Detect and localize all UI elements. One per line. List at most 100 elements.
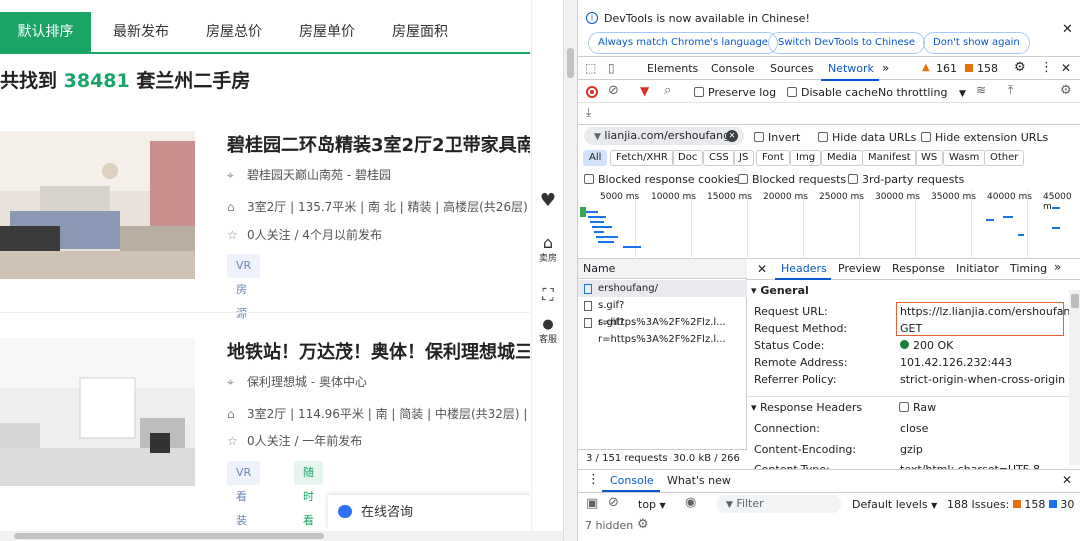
tab-preview[interactable]: Preview bbox=[838, 262, 881, 275]
network-timeline[interactable]: 5000 ms 10000 ms 15000 ms 20000 ms 25000… bbox=[578, 189, 1080, 259]
eye-icon[interactable]: ◉ bbox=[685, 495, 696, 510]
download-icon[interactable]: ⤓ bbox=[586, 105, 591, 120]
blocked-cookies-checkbox[interactable]: Blocked response cookies bbox=[584, 173, 740, 186]
listing-card[interactable]: 地铁站！万达茂！奥体！保利理想城三 ⌖ 保利理想城 - 奥体中心 ⌂ 3室2厅 | … bbox=[0, 338, 530, 541]
console-filter-input[interactable]: ▼ Filter bbox=[716, 495, 841, 513]
context-select[interactable]: top ▼ bbox=[638, 498, 666, 511]
record-icon[interactable] bbox=[586, 86, 598, 98]
hide-data-urls-checkbox[interactable]: Hide data URLs bbox=[818, 131, 916, 144]
filter-manifest[interactable]: Manifest bbox=[862, 150, 917, 166]
switch-chinese-button[interactable]: Switch DevTools to Chinese bbox=[768, 32, 925, 54]
log-levels-select[interactable]: Default levels ▼ bbox=[852, 498, 937, 511]
raw-checkbox[interactable]: Raw bbox=[899, 401, 936, 414]
sort-unit-price[interactable]: 房屋单价 bbox=[299, 12, 355, 52]
clear-console-icon[interactable]: ⊘ bbox=[608, 495, 619, 510]
horizontal-scrollbar[interactable] bbox=[0, 531, 563, 541]
listing-photo[interactable] bbox=[0, 338, 195, 486]
more-tabs-icon[interactable]: » bbox=[882, 61, 889, 75]
favorite-icon[interactable]: ♥ bbox=[532, 190, 564, 211]
filter-img[interactable]: Img bbox=[790, 150, 822, 166]
filter-other[interactable]: Other bbox=[984, 150, 1025, 166]
kebab-menu-icon[interactable]: ⋮ bbox=[1040, 60, 1053, 75]
clear-filter-icon[interactable]: ✕ bbox=[726, 130, 738, 142]
general-section[interactable]: ▾ General bbox=[751, 284, 809, 297]
issues-button[interactable]: 188 Issues: 158 30 bbox=[947, 498, 1074, 511]
name-column-header[interactable]: Name bbox=[578, 259, 747, 279]
tab-response[interactable]: Response bbox=[892, 262, 945, 275]
filter-css[interactable]: CSS bbox=[703, 150, 735, 166]
detail-scrollbar[interactable] bbox=[1069, 290, 1080, 465]
filter-js[interactable]: JS bbox=[733, 150, 755, 166]
drawer-tab-console[interactable]: Console bbox=[610, 474, 654, 487]
console-settings-icon[interactable]: ⚙ bbox=[637, 517, 649, 532]
request-row[interactable]: s.gif?r=https%3A%2F%2Flz.l... bbox=[578, 297, 747, 328]
upload-icon[interactable]: ⤒ bbox=[1008, 83, 1013, 98]
dont-show-button[interactable]: Don't show again bbox=[923, 32, 1030, 54]
filter-font[interactable]: Font bbox=[756, 150, 790, 166]
drawer-menu-icon[interactable]: ⋮ bbox=[587, 472, 600, 487]
third-party-checkbox[interactable]: 3rd-party requests bbox=[848, 173, 964, 186]
scroll-thumb[interactable] bbox=[14, 533, 324, 539]
throttling-select[interactable]: No throttling ▼ bbox=[878, 86, 966, 99]
search-icon[interactable]: ⌕ bbox=[664, 83, 671, 98]
tab-sources[interactable]: Sources bbox=[770, 62, 814, 75]
online-consult-button[interactable]: 在线咨询 bbox=[328, 495, 530, 531]
disable-cache-checkbox[interactable]: Disable cache bbox=[787, 86, 878, 99]
error-count[interactable]: 158 bbox=[977, 62, 998, 75]
sort-newest[interactable]: 最新发布 bbox=[113, 12, 169, 52]
listing-card[interactable]: 碧桂园二环岛精装3室2厅2卫带家具南 ⌖ 碧桂园天巅山南苑 - 碧桂园 ⌂ 3室2厅… bbox=[0, 131, 530, 320]
scan-icon[interactable]: ⛶ bbox=[532, 285, 564, 305]
request-row[interactable]: s.gif?r=https%3A%2F%2Flz.l... bbox=[578, 314, 747, 345]
listing-photo[interactable] bbox=[0, 131, 195, 279]
filter-all[interactable]: All bbox=[583, 150, 608, 166]
tab-console[interactable]: Console bbox=[711, 62, 755, 75]
settings-icon[interactable]: ⚙ bbox=[1014, 60, 1026, 75]
tab-network[interactable]: Network bbox=[828, 62, 874, 75]
devtools-panel: i DevTools is now available in Chinese! … bbox=[577, 0, 1080, 541]
drawer-tab-whats-new[interactable]: What's new bbox=[667, 474, 731, 487]
divider bbox=[747, 396, 1080, 397]
close-devtools-icon[interactable]: ✕ bbox=[1061, 61, 1071, 75]
scroll-thumb[interactable] bbox=[1071, 294, 1079, 308]
more-detail-tabs-icon[interactable]: » bbox=[1054, 260, 1061, 274]
request-row[interactable]: ershoufang/ bbox=[578, 280, 747, 297]
tab-headers[interactable]: Headers bbox=[781, 262, 827, 275]
filter-wasm[interactable]: Wasm bbox=[943, 150, 986, 166]
device-toolbar-icon[interactable]: ▯ bbox=[608, 61, 615, 75]
filter-media[interactable]: Media bbox=[821, 150, 864, 166]
filter-fetch-xhr[interactable]: Fetch/XHR bbox=[610, 150, 674, 166]
listing-title[interactable]: 地铁站！万达茂！奥体！保利理想城三 bbox=[227, 338, 530, 364]
sell-house-button[interactable]: ⌂ 卖房 bbox=[532, 235, 564, 265]
inspect-icon[interactable]: ⬚ bbox=[585, 61, 596, 75]
match-language-button[interactable]: Always match Chrome's language bbox=[588, 32, 778, 54]
invert-checkbox[interactable]: Invert bbox=[754, 131, 800, 144]
blocked-requests-checkbox[interactable]: Blocked requests bbox=[738, 173, 846, 186]
vertical-scrollbar[interactable] bbox=[563, 0, 577, 541]
warning-count[interactable]: 161 bbox=[936, 62, 957, 75]
sidebar-toggle-icon[interactable]: ▣ bbox=[586, 496, 598, 511]
tab-initiator[interactable]: Initiator bbox=[956, 262, 999, 275]
filter-input[interactable]: ▼ lianjia.com/ershoufang/ ✕ bbox=[584, 127, 744, 145]
listing-title[interactable]: 碧桂园二环岛精装3室2厅2卫带家具南 bbox=[227, 131, 530, 157]
scroll-thumb[interactable] bbox=[567, 48, 574, 78]
listing-community[interactable]: ⌖ 保利理想城 - 奥体中心 bbox=[227, 373, 367, 390]
wifi-icon[interactable]: ≋ bbox=[976, 83, 986, 97]
filter-icon[interactable]: ▼ bbox=[640, 84, 649, 98]
response-headers-section[interactable]: ▾ Response Headers bbox=[751, 401, 862, 414]
tab-timing[interactable]: Timing bbox=[1010, 262, 1047, 275]
support-button[interactable]: ● 客服 bbox=[532, 318, 564, 346]
sort-total-price[interactable]: 房屋总价 bbox=[206, 12, 262, 52]
preserve-log-checkbox[interactable]: Preserve log bbox=[694, 86, 776, 99]
close-icon[interactable]: ✕ bbox=[1062, 22, 1073, 37]
filter-ws[interactable]: WS bbox=[915, 150, 944, 166]
close-detail-icon[interactable]: ✕ bbox=[757, 262, 767, 276]
filter-doc[interactable]: Doc bbox=[672, 150, 704, 166]
hide-extension-urls-checkbox[interactable]: Hide extension URLs bbox=[921, 131, 1048, 144]
network-settings-icon[interactable]: ⚙ bbox=[1060, 83, 1072, 98]
tab-elements[interactable]: Elements bbox=[647, 62, 698, 75]
clear-icon[interactable]: ⊘ bbox=[608, 83, 619, 98]
sort-default[interactable]: 默认排序 bbox=[0, 12, 91, 52]
listing-community[interactable]: ⌖ 碧桂园天巅山南苑 - 碧桂园 bbox=[227, 166, 391, 183]
sort-area[interactable]: 房屋面积 bbox=[392, 12, 448, 52]
close-drawer-icon[interactable]: ✕ bbox=[1062, 473, 1072, 487]
